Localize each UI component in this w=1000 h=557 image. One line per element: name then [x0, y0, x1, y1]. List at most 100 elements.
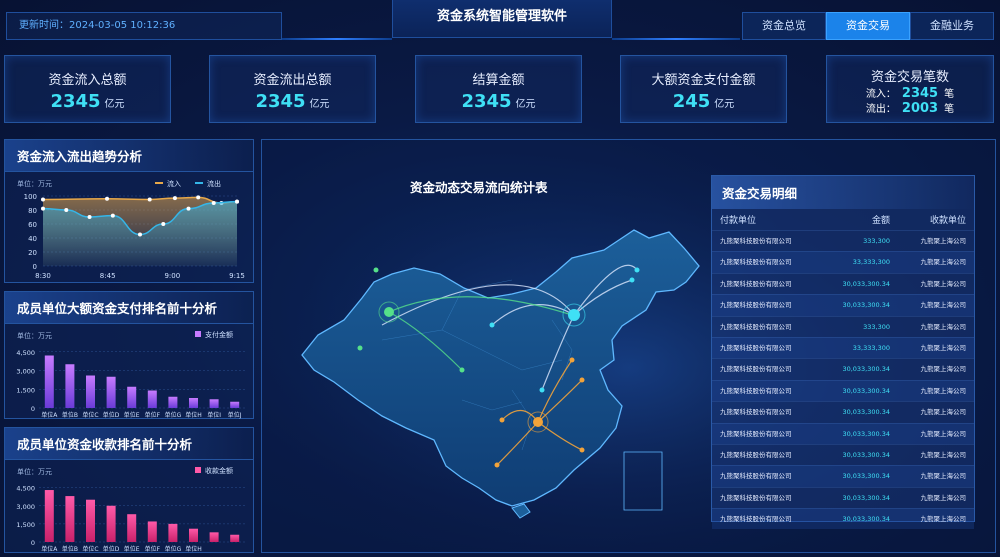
table-row[interactable]: 九熊聚科技股份有限公司 30,033,300.34 九熊聚上海公司	[712, 401, 974, 422]
x-tick-label: 单位I	[207, 411, 221, 419]
count-unit: 笔	[944, 104, 955, 115]
table-row[interactable]: 九熊聚科技股份有限公司 30,033,300.34 九熊聚上海公司	[712, 465, 974, 487]
bar[interactable]	[168, 523, 178, 542]
data-point[interactable]	[196, 195, 201, 200]
x-tick-label: 单位G	[165, 411, 182, 419]
data-point[interactable]	[186, 206, 191, 211]
data-point[interactable]	[138, 232, 142, 237]
kpi-label: 资金交易笔数	[870, 70, 949, 85]
x-tick-label: 单位H	[185, 545, 202, 553]
data-point[interactable]	[147, 197, 152, 202]
bar[interactable]	[168, 396, 178, 408]
y-tick-label: 80	[28, 207, 37, 215]
bar[interactable]	[44, 355, 54, 409]
bar[interactable]	[189, 398, 198, 408]
data-point[interactable]	[172, 196, 177, 201]
x-tick-label: 单位F	[145, 411, 161, 419]
table-row[interactable]: 九熊聚科技股份有限公司 33,333,300 九熊聚上海公司	[712, 336, 974, 359]
data-point[interactable]	[41, 206, 45, 211]
tab-fund-overview[interactable]: 资金总览	[742, 12, 826, 40]
header-line-right	[612, 38, 740, 40]
bar[interactable]	[209, 532, 219, 542]
bar[interactable]	[44, 490, 54, 542]
table-row[interactable]: 九熊聚科技股份有限公司 30,033,300.34 九熊聚上海公司	[712, 486, 974, 508]
cell-amount: 33,333,300	[852, 343, 890, 352]
tab-fund-trading[interactable]: 资金交易	[826, 12, 910, 40]
bar[interactable]	[230, 401, 240, 408]
tab-finance-business[interactable]: 金融业务	[910, 12, 994, 40]
legend-swatch	[195, 331, 201, 337]
data-point[interactable]	[161, 222, 166, 226]
table-row[interactable]: 九熊聚科技股份有限公司 30,033,300.34 九熊聚上海公司	[712, 358, 974, 379]
trend-panel: 资金流入流出趋势分析 单位：万元 流入 流出 0 20 40 60 80 100 8:30 8:45…	[4, 139, 254, 283]
kpi-value: 2345	[50, 91, 101, 112]
x-tick-label: 单位C	[82, 545, 98, 553]
x-tick-label: 单位C	[82, 411, 98, 419]
bar[interactable]	[106, 376, 116, 408]
cell-payee: 九熊聚上海公司	[920, 237, 967, 245]
x-tick-label: 单位H	[185, 411, 202, 419]
x-tick-label: 单位B	[62, 411, 78, 419]
map-title: 资金动态交易流向统计表	[410, 180, 548, 195]
nav-tabs: 资金总览 资金交易 金融业务	[742, 12, 994, 40]
table-row[interactable]: 九熊聚科技股份有限公司 30,033,300.34 九熊聚上海公司	[712, 272, 974, 294]
table-row[interactable]: 九熊聚科技股份有限公司 30,033,300.34 九熊聚上海公司	[712, 294, 974, 316]
data-point[interactable]	[105, 196, 110, 201]
bar[interactable]	[127, 514, 137, 542]
cell-payee: 九熊聚上海公司	[920, 450, 967, 459]
cell-payer: 九熊聚科技股份有限公司	[720, 408, 792, 417]
bar[interactable]	[65, 496, 75, 542]
y-tick-label: 3,000	[16, 368, 35, 376]
cell-payee: 九熊聚上海公司	[920, 365, 967, 374]
cell-payer: 九熊聚科技股份有限公司	[720, 322, 792, 331]
table-row[interactable]: 九熊聚科技股份有限公司 30,033,300.34 九熊聚上海公司	[712, 443, 974, 465]
table-row[interactable]: 九熊聚科技股份有限公司 333,300 九熊聚上海公司	[712, 315, 974, 337]
table-row[interactable]: 九熊聚科技股份有限公司 333,300 九熊聚上海公司	[712, 230, 974, 251]
bar[interactable]	[127, 386, 137, 408]
bar[interactable]	[189, 528, 198, 542]
table-row[interactable]: 九熊聚科技股份有限公司 30,033,300.34 九熊聚上海公司	[712, 508, 974, 530]
cell-payee: 九熊聚上海公司	[920, 343, 967, 352]
cell-payer: 九熊聚科技股份有限公司	[720, 237, 792, 245]
cell-payee: 九熊聚上海公司	[920, 472, 967, 481]
bar[interactable]	[147, 521, 157, 542]
table-body: 九熊聚科技股份有限公司 333,300 九熊聚上海公司 九熊聚科技股份有限公司 33,3…	[712, 230, 974, 530]
kpi-unit: 亿元	[309, 99, 330, 110]
panel-title: 成员单位资金收款排名前十分析	[5, 428, 253, 460]
data-point[interactable]	[87, 215, 92, 219]
table-row[interactable]: 九熊聚科技股份有限公司 30,033,300.34 九熊聚上海公司	[712, 422, 974, 444]
table-row[interactable]: 九熊聚科技股份有限公司 33,333,300 九熊聚上海公司	[712, 251, 974, 273]
x-tick-label: 单位B	[62, 545, 78, 553]
bar[interactable]	[147, 390, 157, 409]
cell-amount: 30,033,300.34	[842, 429, 890, 438]
bar[interactable]	[65, 364, 75, 408]
receive-ranking-panel: 成员单位资金收款排名前十分析 单位：万元 收款金额 0 1,500 3,000 4,500…	[4, 427, 254, 553]
data-point[interactable]	[235, 199, 239, 204]
pay-ranking-chart: 单位：万元 支付金额 0 1,500 3,000 4,500 单位A 单位B 单位C 单位D 单位E…	[16, 330, 245, 419]
kpi-large-payment: 大额资金支付金额 245 亿元	[620, 55, 787, 123]
y-tick-label: 4,500	[16, 349, 35, 357]
app-title: 资金系统智能管理软件	[392, 0, 612, 38]
cell-amount: 333,300	[863, 237, 890, 245]
data-point[interactable]	[211, 201, 216, 205]
outflow-label: 流出：	[865, 104, 896, 115]
data-point[interactable]	[110, 213, 115, 218]
data-point[interactable]	[64, 208, 69, 212]
cell-amount: 30,033,300.34	[842, 279, 890, 288]
update-time: 更新时间：2024-03-05 10:12:36	[6, 12, 282, 40]
bar[interactable]	[86, 499, 95, 542]
cell-payer: 九熊聚科技股份有限公司	[720, 472, 792, 481]
y-tick-label: 20	[28, 249, 37, 257]
bar[interactable]	[106, 505, 116, 542]
cell-payer: 九熊聚科技股份有限公司	[720, 279, 792, 288]
cell-amount: 30,033,300.34	[842, 301, 890, 310]
bar[interactable]	[230, 534, 240, 542]
bar[interactable]	[209, 399, 219, 408]
table-row[interactable]: 九熊聚科技股份有限公司 30,033,300.34 九熊聚上海公司	[712, 379, 974, 402]
x-tick-label: 单位E	[124, 411, 140, 419]
data-point[interactable]	[41, 197, 45, 202]
bar[interactable]	[86, 375, 95, 409]
x-tick-label: 单位D	[103, 411, 120, 419]
x-tick-label: 单位A	[41, 411, 58, 419]
header-payer: 付款单位	[720, 216, 757, 226]
